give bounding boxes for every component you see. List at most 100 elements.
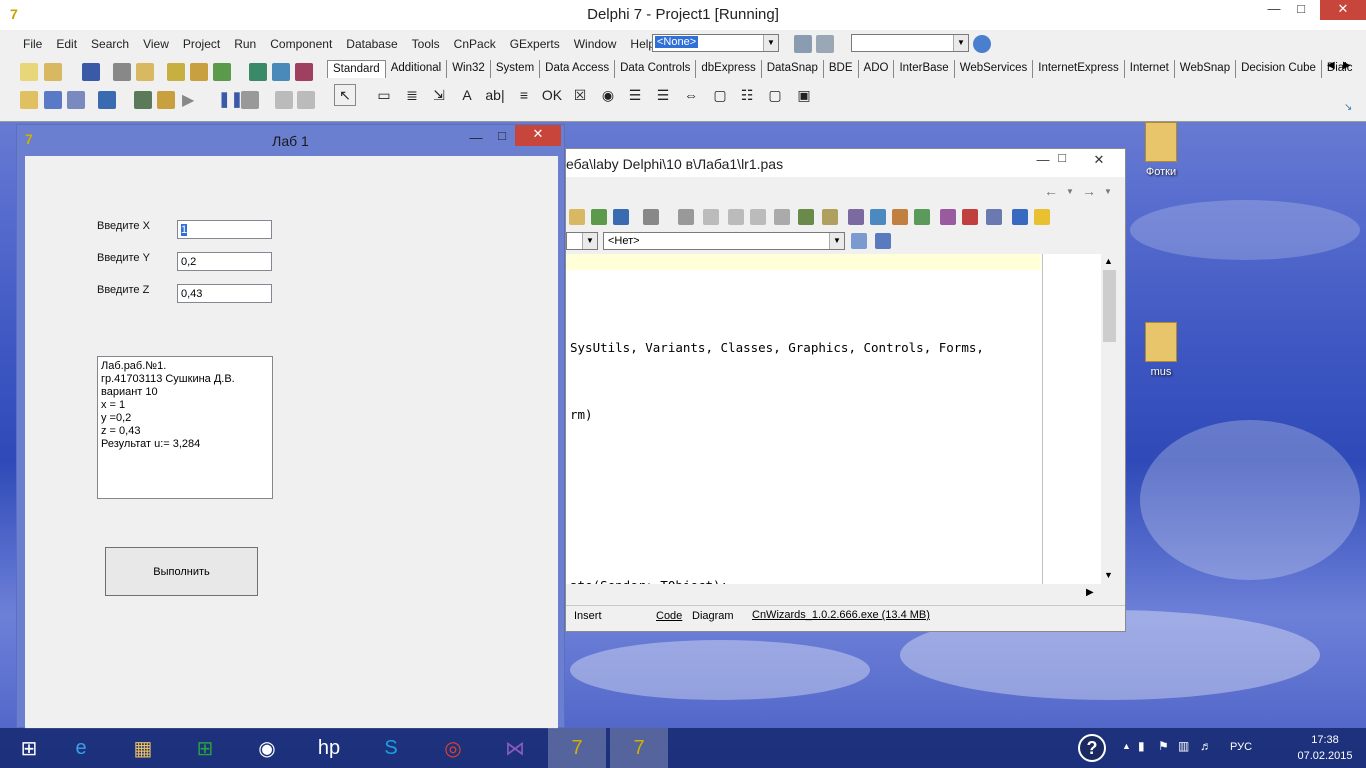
mainmenu-icon[interactable]: ≣ [401,84,423,106]
desktop-icon-photos[interactable]: Фотки [1131,122,1191,178]
groupbox-icon[interactable]: ▢ [709,84,731,106]
help-icon[interactable]: ? [1078,734,1106,762]
frame-icon[interactable]: ▭ [373,84,395,106]
step-icon[interactable] [728,209,744,225]
tab-websnap[interactable]: WebSnap [1175,60,1237,78]
pointer-icon[interactable] [750,209,766,225]
maximize-button[interactable]: □ [1284,0,1318,20]
status-hint[interactable]: CnWizards_1.0.2.666.exe (13.4 MB) [752,609,930,621]
property-icon[interactable] [870,209,886,225]
scroll-up-icon[interactable]: ▲ [1104,256,1113,266]
options-icon[interactable] [986,209,1002,225]
menu-project[interactable]: Project [176,37,227,51]
help-icon[interactable] [1012,209,1028,225]
tab-win32[interactable]: Win32 [447,60,491,78]
globe-icon[interactable] [973,35,991,53]
edit-icon[interactable]: ab| [484,84,506,106]
tab-standard[interactable]: Standard [327,60,386,78]
tip-icon[interactable] [1034,209,1050,225]
stop-icon[interactable] [678,209,694,225]
edit-icon[interactable] [822,209,838,225]
media-icon[interactable]: ◉ [238,728,296,768]
execute-button[interactable]: Выполнить [105,547,258,596]
radiogroup-icon[interactable]: ☷ [736,84,758,106]
palette-scroll-right-icon[interactable]: ▶ [1343,60,1351,71]
tab-datasnap[interactable]: DataSnap [762,60,824,78]
show-hidden-icons-icon[interactable]: ▲ [1122,741,1131,751]
menu-search[interactable]: Search [84,37,136,51]
open-icon[interactable] [44,63,62,81]
delphi-project-icon[interactable]: 7 [610,728,668,768]
menu-cnpack[interactable]: CnPack [447,37,503,51]
toggle-form-unit-icon[interactable] [67,91,85,109]
scroll-right-icon[interactable]: ▶ [1086,587,1094,598]
save-icon[interactable] [82,63,100,81]
tab-ado[interactable]: ADO [859,60,895,78]
label-icon[interactable]: A [456,84,478,106]
menu-gexperts[interactable]: GExperts [503,37,567,51]
form-list-icon[interactable] [798,209,814,225]
chevron-down-icon[interactable]: ▼ [1066,187,1074,196]
run-icon[interactable]: ▶ [182,90,194,110]
chevron-down-icon[interactable]: ▼ [1104,187,1112,196]
internet-explorer-icon[interactable]: e [52,728,110,768]
class-combo[interactable]: ▼ [566,232,598,250]
view-form-icon[interactable] [44,91,62,109]
debug-desktop-icon[interactable] [816,35,834,53]
tab-bde[interactable]: BDE [824,60,859,78]
component-icon[interactable] [848,209,864,225]
new-form-icon[interactable] [98,91,116,109]
tab-additional[interactable]: Additional [386,60,448,78]
build-icon[interactable] [613,209,629,225]
menu-component[interactable]: Component [263,37,339,51]
input-z[interactable]: 0,43 [177,284,272,303]
store-icon[interactable]: ⊞ [176,728,234,768]
menu-run[interactable]: Run [227,37,263,51]
scrollbar-thumb[interactable] [1103,270,1116,342]
tab-data-controls[interactable]: Data Controls [615,60,697,78]
scroll-down-icon[interactable]: ▼ [1104,570,1113,580]
palette-scroll-left-icon[interactable]: ◀ [1327,60,1335,71]
message-icon[interactable] [962,209,978,225]
forward-arrow-icon[interactable]: → [1082,183,1096,199]
scrollbar-icon[interactable]: ⇔ [680,84,702,106]
input-y[interactable]: 0,2 [177,252,272,271]
open-icon[interactable] [569,209,585,225]
save-desktop-icon[interactable] [794,35,812,53]
action-center-icon[interactable]: ⚑ [1158,739,1169,753]
checklist-icon[interactable] [213,63,231,81]
menu-edit[interactable]: Edit [49,37,84,51]
pointer-icon[interactable]: ↖ [334,84,356,106]
menu-tools[interactable]: Tools [405,37,447,51]
run-icon[interactable] [643,209,659,225]
trace-into-icon[interactable] [275,91,293,109]
stop-icon[interactable] [241,91,259,109]
add-file-icon[interactable] [167,63,185,81]
tab-decision-cube[interactable]: Decision Cube [1236,60,1322,78]
clock-time[interactable]: 17:38 [1300,734,1350,746]
chrome-icon[interactable]: ◎ [424,728,482,768]
popupmenu-icon[interactable]: ⇲ [428,84,450,106]
whats-this-icon[interactable] [295,63,313,81]
tab-code[interactable]: Code [656,610,682,622]
maximize-button[interactable]: □ [485,127,519,147]
open-unit-icon[interactable] [157,91,175,109]
combobox-icon[interactable]: ☰ [652,84,674,106]
tab-internetexpress[interactable]: InternetExpress [1033,60,1125,78]
code-area[interactable]: SysUtils, Variants, Classes, Graphics, C… [566,254,1101,584]
actionlist-icon[interactable]: ▣ [793,84,815,106]
tab-dbexpress[interactable]: dbExpress [696,60,762,78]
back-arrow-icon[interactable]: ← [1044,183,1058,199]
visual-studio-icon[interactable]: ⋈ [486,728,544,768]
menu-database[interactable]: Database [339,37,404,51]
clock-date[interactable]: 07.02.2015 [1294,750,1356,762]
help-contents-icon[interactable] [272,63,290,81]
compare-icon[interactable] [940,209,956,225]
wizard-icon[interactable] [914,209,930,225]
delphi7-icon[interactable]: 7 [548,728,606,768]
language-indicator[interactable]: РУС [1230,741,1252,753]
file-explorer-icon[interactable]: ▦ [114,728,172,768]
menu-file[interactable]: File [16,37,49,51]
save-all-icon[interactable] [113,63,131,81]
open-project-icon[interactable] [136,63,154,81]
